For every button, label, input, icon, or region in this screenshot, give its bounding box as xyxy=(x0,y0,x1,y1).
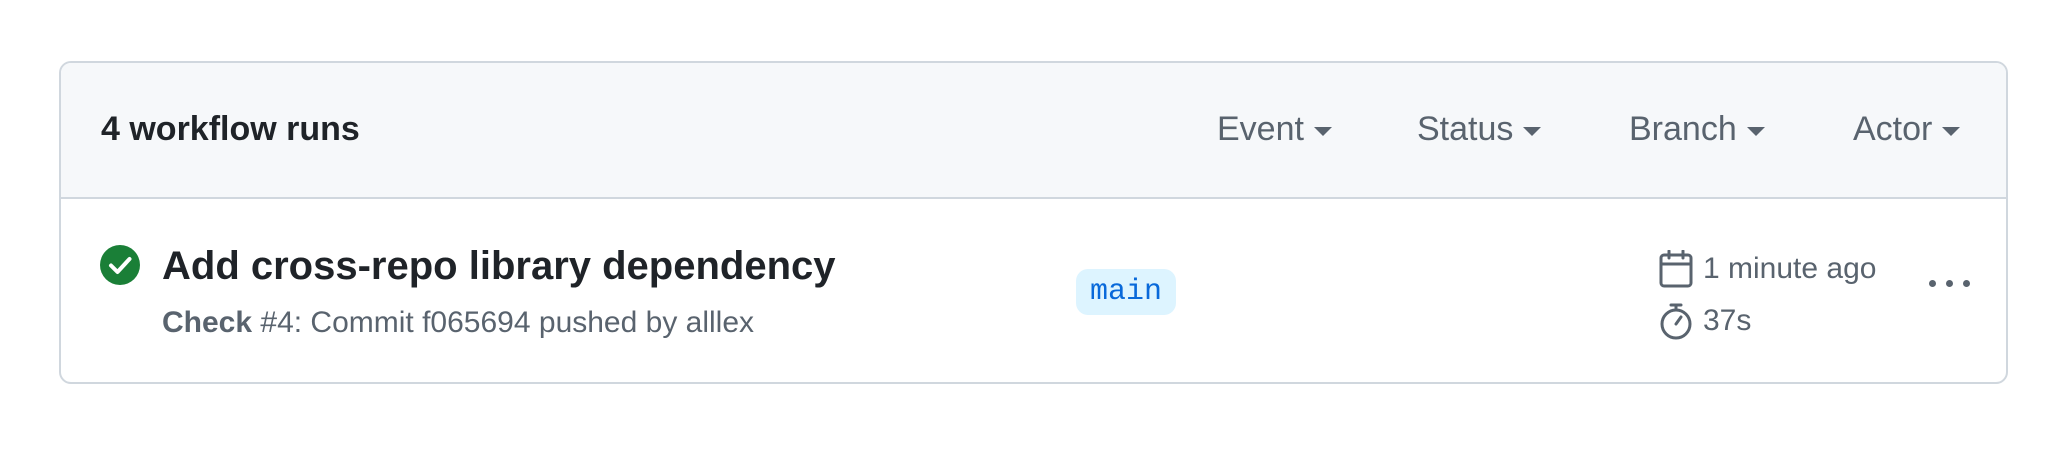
duration: 37s xyxy=(1703,304,1752,337)
run-title-link[interactable]: Add cross-repo library dependency xyxy=(162,243,836,289)
check-circle-icon xyxy=(100,245,140,285)
workflow-runs-box: 4 workflow runs Event Status Branch Acto… xyxy=(59,61,2008,384)
caret-down-icon xyxy=(1523,126,1542,136)
run-menu-button[interactable] xyxy=(1917,263,1981,303)
caret-down-icon xyxy=(1313,126,1332,136)
workflow-runs-count: 4 workflow runs xyxy=(101,110,360,148)
caret-down-icon xyxy=(1746,126,1765,136)
filter-status-dropdown[interactable]: Status xyxy=(1417,109,1542,149)
filter-actor-label: Actor xyxy=(1853,109,1933,148)
filter-event-label: Event xyxy=(1217,109,1304,148)
branch-badge[interactable]: main xyxy=(1076,269,1177,315)
workflow-run-row: Add cross-repo library dependency Check … xyxy=(61,199,2006,382)
workflow-runs-header: 4 workflow runs Event Status Branch Acto… xyxy=(61,63,2006,199)
caret-down-icon xyxy=(1942,126,1961,136)
filter-event-dropdown[interactable]: Event xyxy=(1217,109,1332,149)
run-description: : Commit f065694 pushed by alllex xyxy=(293,306,755,339)
filter-actor-dropdown[interactable]: Actor xyxy=(1853,109,1961,149)
workflow-name: Check xyxy=(162,306,253,339)
calendar-icon xyxy=(1659,250,1693,288)
run-number: #4 xyxy=(260,306,294,339)
stopwatch-icon xyxy=(1660,303,1692,340)
time-ago: 1 minute ago xyxy=(1703,252,1877,285)
filter-status-label: Status xyxy=(1417,109,1514,148)
kebab-horizontal-icon xyxy=(1928,279,1936,287)
run-duration: 37s xyxy=(1659,301,1751,341)
filter-branch-dropdown[interactable]: Branch xyxy=(1629,109,1765,149)
run-meta: Check #4: Commit f065694 pushed by allle… xyxy=(162,305,754,341)
run-time: 1 minute ago xyxy=(1659,249,1876,289)
filter-branch-label: Branch xyxy=(1629,109,1737,148)
